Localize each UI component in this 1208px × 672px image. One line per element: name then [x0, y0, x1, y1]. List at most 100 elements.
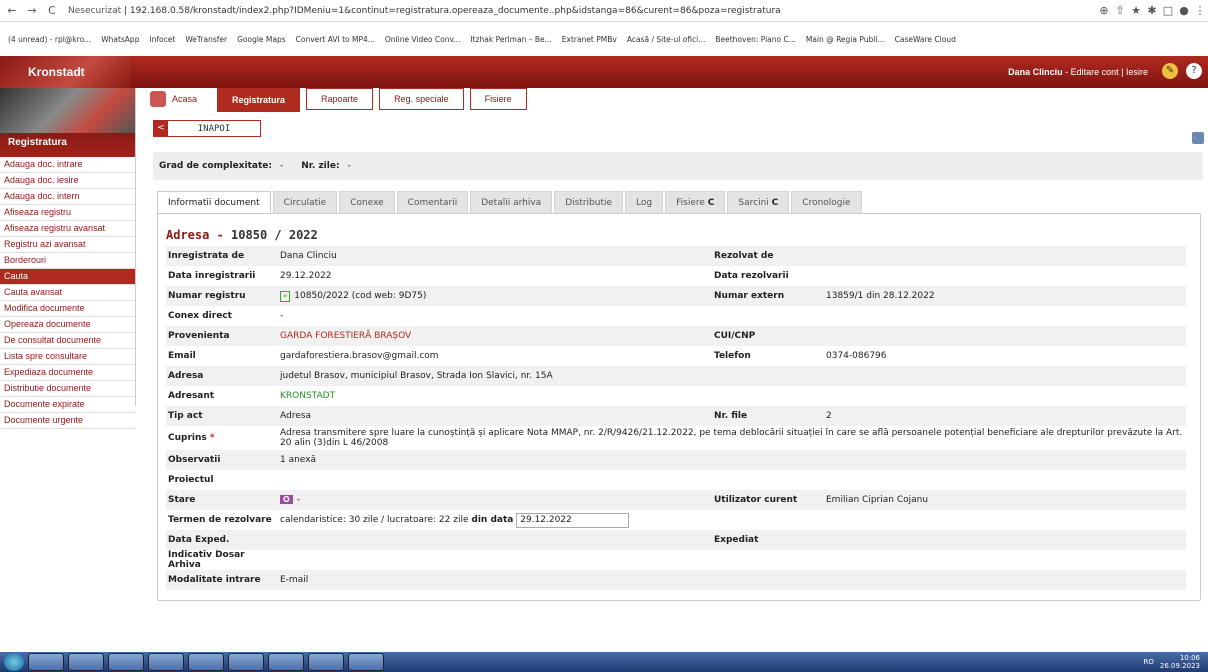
- field-value-text: gardaforestiera.brasov@gmail.com: [280, 351, 439, 361]
- help-icon[interactable]: ?: [1186, 63, 1202, 79]
- main-tab[interactable]: Fisiere: [469, 88, 527, 110]
- main-tab[interactable]: Reg. speciale: [379, 88, 464, 110]
- bookmark-item[interactable]: Extranet PMBv: [562, 35, 617, 44]
- palette-icon[interactable]: ✎: [1162, 63, 1178, 79]
- sidebar-item[interactable]: Cauta avansat: [0, 285, 135, 301]
- forward-arrow-icon[interactable]: →: [24, 4, 40, 17]
- back-arrow-icon[interactable]: ←: [4, 4, 20, 17]
- bookmark-item[interactable]: CaseWare Cloud: [895, 35, 956, 44]
- print-icon[interactable]: [1192, 132, 1204, 144]
- field-label-text: Data Exped.: [168, 535, 230, 545]
- sidebar-item[interactable]: Opereaza documente: [0, 317, 135, 333]
- taskbar-app[interactable]: [348, 653, 384, 671]
- reload-icon[interactable]: C: [44, 4, 60, 17]
- sidebar-banner-image: [0, 88, 135, 133]
- field-value-2: Emilian Ciprian Cojanu: [824, 490, 1186, 510]
- taskbar-app[interactable]: [148, 653, 184, 671]
- zoom-icon[interactable]: ⊕: [1096, 4, 1112, 17]
- sidebar-item[interactable]: Borderouri: [0, 253, 135, 269]
- sidebar-item[interactable]: Documente urgente: [0, 413, 135, 429]
- doc-type: Adresa: [166, 228, 210, 242]
- bookmark-item[interactable]: (4 unread) - rpl@kro...: [8, 35, 91, 44]
- bookmark-item[interactable]: WhatsApp: [101, 35, 139, 44]
- sidebar-item[interactable]: Registru azi avansat: [0, 237, 135, 253]
- doc-tab[interactable]: Distributie: [554, 191, 624, 213]
- field-label-2: [712, 386, 824, 406]
- bookmark-item[interactable]: WeTransfer: [185, 35, 227, 44]
- extensions-icon[interactable]: ✱: [1144, 4, 1160, 17]
- field-value-text: 10850/2022 (cod web: 9D75): [294, 290, 427, 301]
- bookmark-item[interactable]: Convert AVI to MP4...: [296, 35, 375, 44]
- bookmark-item[interactable]: Google Maps: [237, 35, 286, 44]
- days-label: Nr. zile:: [301, 161, 340, 171]
- refresh-icon[interactable]: C: [708, 198, 715, 208]
- field-value-2: [824, 386, 1186, 406]
- registry-link-icon[interactable]: «: [280, 290, 291, 302]
- taskbar-app[interactable]: [228, 653, 264, 671]
- taskbar-app-chrome[interactable]: [108, 653, 144, 671]
- clock[interactable]: 10:06 26.09.2023: [1160, 654, 1200, 670]
- system-tray: RO 10:06 26.09.2023: [1144, 654, 1200, 670]
- field-value-text: 1 anexă: [280, 455, 317, 465]
- doc-tab[interactable]: Detalii arhiva: [470, 191, 553, 213]
- tab-acasa[interactable]: Acasa: [148, 88, 212, 110]
- field-label: Termen de rezolvare: [166, 510, 278, 530]
- bookmark-item[interactable]: Online Video Conv...: [385, 35, 461, 44]
- doc-tab[interactable]: Conexe: [339, 191, 395, 213]
- complexity-label: Grad de complexitate:: [159, 161, 272, 171]
- user-links[interactable]: - Editare cont | Iesire: [1065, 67, 1148, 77]
- doc-tab[interactable]: Informatii document: [157, 191, 271, 214]
- sidebar-item[interactable]: De consultat documente: [0, 333, 135, 349]
- bookmark-item[interactable]: Main @ Regia Publi...: [806, 35, 885, 44]
- url-field[interactable]: Nesecurizat | 192.168.0.58/kronstadt/ind…: [68, 6, 1096, 16]
- field-value-text: Adresa: [280, 411, 311, 421]
- taskbar-app-explorer[interactable]: [188, 653, 224, 671]
- bookmark-item[interactable]: Acasă / Site-ul ofici...: [627, 35, 706, 44]
- window-icon[interactable]: □: [1160, 4, 1176, 17]
- field-value-text: calendaristice: 30 zile / lucratoare: 22…: [280, 514, 469, 525]
- field-value: GARDA FORESTIERĂ BRAȘOV: [278, 326, 712, 346]
- doc-tab[interactable]: Fisiere C: [665, 191, 726, 213]
- sidebar-item[interactable]: Afiseaza registru: [0, 205, 135, 221]
- taskbar-app-excel[interactable]: [268, 653, 304, 671]
- refresh-icon[interactable]: C: [772, 198, 779, 208]
- bookmark-item[interactable]: Beethoven: Piano C...: [715, 35, 796, 44]
- taskbar-app-word[interactable]: [308, 653, 344, 671]
- sidebar-item[interactable]: Adauga doc. intern: [0, 189, 135, 205]
- bookmark-item[interactable]: Infocet: [149, 35, 175, 44]
- address-bar-row: ← → C Nesecurizat | 192.168.0.58/kronsta…: [0, 0, 1208, 22]
- doc-tab[interactable]: Comentarii: [396, 191, 469, 213]
- language-indicator[interactable]: RO: [1144, 658, 1154, 666]
- sidebar-item[interactable]: Lista spre consultare: [0, 349, 135, 365]
- detail-row: Observatii 1 anexă: [166, 450, 1186, 470]
- field-label-text: Stare: [168, 495, 196, 505]
- field-label: Proiectul: [166, 470, 278, 490]
- main-tab[interactable]: Registratura: [217, 88, 301, 112]
- sidebar-item[interactable]: Afiseaza registru avansat: [0, 221, 135, 237]
- sidebar-item[interactable]: Adauga doc. iesire: [0, 173, 135, 189]
- main-tab[interactable]: Rapoarte: [306, 88, 374, 110]
- sidebar-item[interactable]: Documente expirate: [0, 397, 135, 413]
- sidebar-item[interactable]: Adauga doc. intrare: [0, 157, 135, 173]
- sidebar-item[interactable]: Distributie documente: [0, 381, 135, 397]
- taskbar-app[interactable]: [28, 653, 64, 671]
- profile-icon[interactable]: ●: [1176, 4, 1192, 17]
- field-label: Numar registru: [166, 286, 278, 306]
- back-button[interactable]: < INAPOI: [153, 120, 261, 137]
- field-value-2: [824, 450, 1186, 470]
- field-label: Email: [166, 346, 278, 366]
- doc-tab[interactable]: Log: [625, 191, 664, 213]
- doc-tab[interactable]: Sarcini C: [727, 191, 790, 213]
- sidebar-item[interactable]: Cauta: [0, 269, 135, 285]
- sidebar-item[interactable]: Modifica documente: [0, 301, 135, 317]
- share-icon[interactable]: ⇧: [1112, 4, 1128, 17]
- sidebar-item[interactable]: Expediaza documente: [0, 365, 135, 381]
- deadline-date-field[interactable]: 29.12.2022: [516, 512, 630, 528]
- menu-icon[interactable]: ⋮: [1192, 4, 1208, 17]
- doc-tab[interactable]: Cronologie: [791, 191, 862, 213]
- bookmark-item[interactable]: Itzhak Perlman – Be...: [470, 35, 551, 44]
- taskbar-app[interactable]: [68, 653, 104, 671]
- start-button[interactable]: [4, 653, 24, 671]
- star-icon[interactable]: ★: [1128, 4, 1144, 17]
- doc-tab[interactable]: Circulatie: [272, 191, 338, 213]
